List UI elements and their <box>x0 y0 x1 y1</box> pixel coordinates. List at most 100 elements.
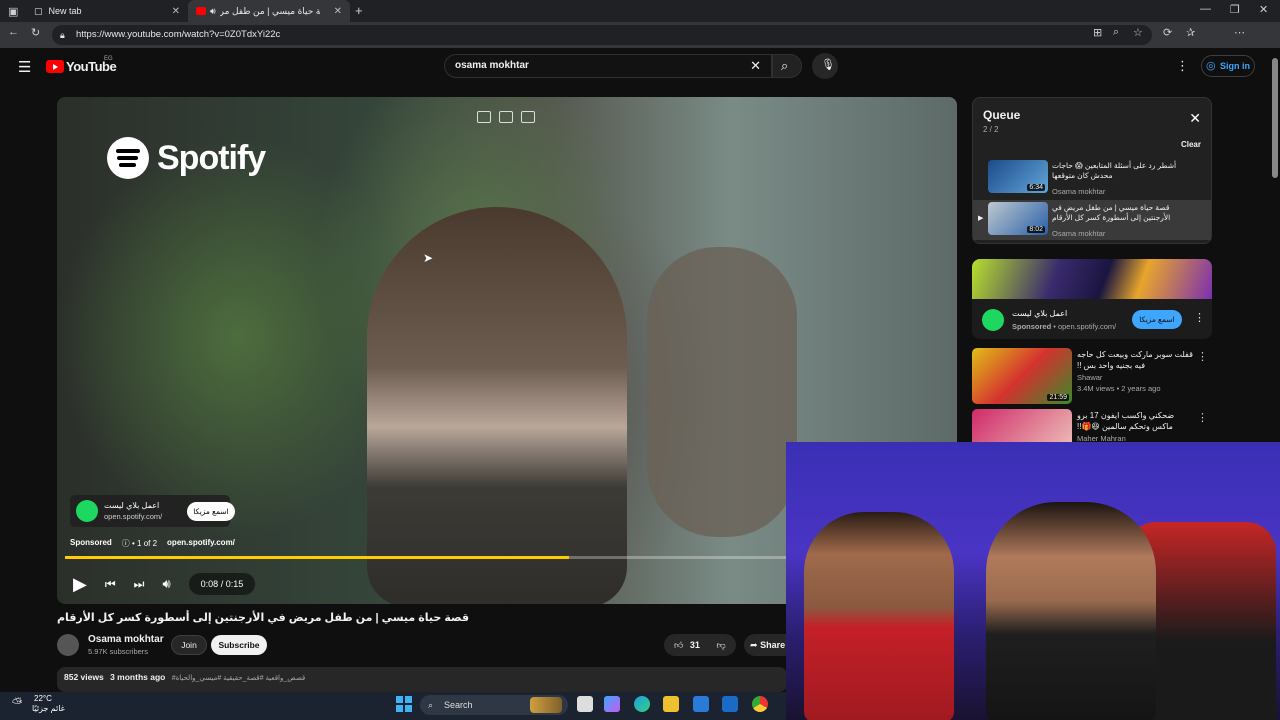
copilot-icon[interactable] <box>604 696 620 712</box>
close-icon[interactable]: ✕ <box>1189 110 1201 127</box>
ad-banner-image <box>972 259 1212 299</box>
ad-domain[interactable]: open.spotify.com/ <box>167 538 235 549</box>
queue-item[interactable]: ▶ 8:02 قصة حياة ميسي | من طفل مريض في ال… <box>973 200 1211 240</box>
star-icon[interactable]: ☆ <box>1133 26 1143 39</box>
account-icon: ◎ <box>1206 60 1216 72</box>
maximize-icon[interactable]: ❐ <box>1230 3 1240 16</box>
hashtags[interactable]: #قصص_واقعية #قصة_حقيقية #ميسي_والحياة <box>172 675 306 682</box>
description-box[interactable]: 852 views 3 months ago #قصص_واقعية #قصة_… <box>57 667 787 692</box>
queue-item-channel: Osama mokhtar <box>1052 229 1106 238</box>
video-thumbnail: 21:59 <box>972 348 1072 404</box>
page-scrollbar[interactable] <box>1270 48 1280 442</box>
share-button[interactable]: ➦ Share <box>744 634 786 656</box>
webcam-person-left <box>804 512 954 720</box>
more-icon[interactable]: ⋯ <box>1234 26 1245 39</box>
spotify-wordmark: Spotify <box>157 138 266 177</box>
close-icon[interactable]: ✕ <box>172 6 180 17</box>
store-icon[interactable] <box>693 696 709 712</box>
join-button[interactable]: Join <box>171 635 207 655</box>
zoom-icon[interactable]: ⌕ <box>1113 26 1119 39</box>
more-icon[interactable]: ⋮ <box>1197 350 1208 363</box>
more-icon[interactable]: ⋮ <box>1194 311 1205 324</box>
outlook-icon[interactable] <box>722 696 738 712</box>
channel-name: Maher Mahran <box>1077 434 1126 442</box>
volume-icon[interactable]: 🔊︎ <box>162 576 170 592</box>
spotify-logo: Spotify <box>107 137 266 179</box>
like-icon[interactable]: 👍︎ <box>674 640 683 650</box>
more-icon[interactable]: ⋮ <box>1197 411 1208 424</box>
close-icon[interactable]: ✕ <box>334 6 342 17</box>
queue-item-title: أشطر رد على أسئلة المتابعين 😱 حاجات محدش… <box>1052 161 1177 180</box>
view-count: 852 views <box>64 672 104 682</box>
like-dislike-buttons: 👍︎ 31 👎︎ <box>664 634 736 656</box>
tab-label: New tab <box>48 6 82 16</box>
ad-subtitle: Sponsored • open.spotify.com/ <box>1012 322 1117 331</box>
file-explorer-icon[interactable] <box>663 696 679 712</box>
url-field[interactable]: 🔒︎ https://www.youtube.com/watch?v=0Z0Td… <box>52 25 1152 45</box>
favorites-icon[interactable]: ✰ <box>1186 26 1195 39</box>
extensions-icon[interactable]: ⟳ <box>1163 26 1172 39</box>
video-frame-person <box>367 207 627 604</box>
task-view-icon[interactable] <box>577 696 593 712</box>
like-count[interactable]: 31 <box>690 640 700 650</box>
youtube-logo-icon[interactable] <box>46 60 64 73</box>
edit-icon[interactable] <box>521 111 535 123</box>
apps-icon[interactable]: ⊞ <box>1093 26 1102 39</box>
address-bar-row: ← ↻ 🔒︎ https://www.youtube.com/watch?v=0… <box>0 22 1280 65</box>
progress-fill <box>65 556 569 559</box>
sponsored-row: Sponsored ⓘ • 1 of 2 open.spotify.com/ <box>70 538 235 549</box>
weather-text: غائم جزئيًا <box>32 704 65 713</box>
ad-card-button[interactable]: اسمع مزيكا <box>187 502 235 521</box>
channel-name[interactable]: Osama mokhtar <box>88 634 164 645</box>
youtube-header: ☰ YouTube EG osama mokhtar ✕ ⌕ 🎙︎ ⋮ ◎ Si… <box>0 48 1270 88</box>
capture-icon[interactable] <box>499 111 513 123</box>
queue-count: 2 / 2 <box>983 125 999 134</box>
recommended-video[interactable]: ضحكني واكسب ايفون 17 برو ماكس وتحكم سالم… <box>972 409 1212 442</box>
refresh-icon[interactable]: ↻ <box>31 26 40 39</box>
edge-icon[interactable] <box>634 696 650 712</box>
microphone-icon: 🎙︎ <box>821 59 835 71</box>
back-icon[interactable]: ← <box>8 26 19 38</box>
dislike-icon[interactable]: 👎︎ <box>716 640 725 650</box>
next-icon[interactable]: ⏭︎ <box>134 577 145 592</box>
chrome-icon[interactable] <box>752 696 768 712</box>
video-duration: 21:59 <box>1047 394 1069 401</box>
search-input[interactable]: osama mokhtar ✕ <box>444 54 772 78</box>
queue-item-title: قصة حياة ميسي | من طفل مريض في الأرجنتين… <box>1052 203 1171 222</box>
speaker-icon[interactable]: 🔊︎ <box>210 6 216 17</box>
tab-new-tab[interactable]: ▢ New tab ✕ <box>26 0 188 22</box>
search-button[interactable]: ⌕ <box>772 54 802 78</box>
subscribe-button[interactable]: Subscribe <box>211 635 267 655</box>
sign-in-button[interactable]: ◎ Sign in <box>1201 55 1255 77</box>
search-icon: ⌕ <box>428 700 434 710</box>
voice-search-button[interactable]: 🎙︎ <box>812 53 838 79</box>
close-window-icon[interactable]: ✕ <box>1259 3 1268 16</box>
previous-icon[interactable]: ⏮︎ <box>105 577 116 592</box>
play-icon[interactable]: ▶ <box>73 574 87 595</box>
ad-card[interactable]: اعمل بلاي ليست open.spotify.com/ اسمع مز… <box>70 495 235 527</box>
scroll-thumb[interactable] <box>1272 58 1278 178</box>
video-duration: 8:02 <box>1027 226 1045 233</box>
video-title: قفلت سوبر ماركت وبيعت كل حاجه فيه بجنيه … <box>1077 350 1193 370</box>
clear-search-icon[interactable]: ✕ <box>750 55 761 77</box>
settings-more-icon[interactable]: ⋮ <box>1176 58 1189 74</box>
minimize-icon[interactable]: — <box>1200 3 1211 15</box>
sidebar-ad[interactable]: اعمل بلاي ليست Sponsored • open.spotify.… <box>972 259 1212 339</box>
miniplayer-icon[interactable] <box>477 111 491 123</box>
sponsored-label: Sponsored <box>70 538 112 547</box>
webcam-person-right <box>986 502 1156 720</box>
queue-clear-button[interactable]: Clear <box>1181 140 1201 149</box>
new-tab-icon[interactable]: + <box>355 3 363 18</box>
ad-cta-button[interactable]: اسمع مزيكا <box>1132 310 1182 329</box>
video-thumbnail <box>972 409 1072 442</box>
menu-icon[interactable]: ☰ <box>18 58 31 76</box>
share-icon: ➦ <box>750 640 758 650</box>
tab-youtube[interactable]: 🔊︎ قصة حياة ميسي | من طفل مر ✕ <box>188 0 350 22</box>
channel-avatar[interactable] <box>57 634 79 656</box>
sign-in-label: Sign in <box>1220 61 1250 71</box>
tab-actions-icon[interactable]: ▣ <box>8 5 18 18</box>
queue-item[interactable]: 6:34 أشطر رد على أسئلة المتابعين 😱 حاجات… <box>973 158 1211 198</box>
windows-start-icon[interactable] <box>396 696 412 712</box>
taskbar-search[interactable]: ⌕ Search <box>420 695 568 715</box>
recommended-video[interactable]: 21:59 قفلت سوبر ماركت وبيعت كل حاجه فيه … <box>972 348 1212 406</box>
